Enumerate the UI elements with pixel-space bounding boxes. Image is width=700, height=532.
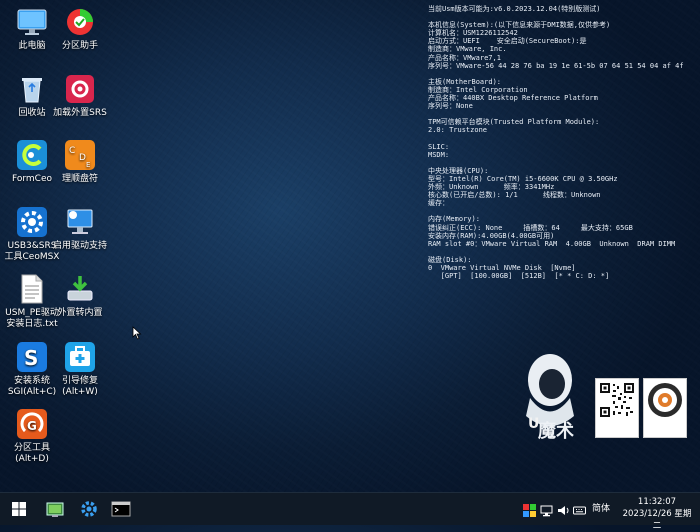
desktop-icon-partition-assistant[interactable]: 分区助手 — [48, 6, 112, 52]
install-system-icon: S — [16, 341, 48, 373]
external-to-internal-icon — [64, 273, 96, 305]
load-srs-icon — [64, 73, 96, 105]
monitor-icon — [16, 6, 48, 38]
text-file-icon — [16, 273, 48, 305]
taskbar-gear-tool-icon[interactable] — [78, 498, 100, 520]
system-info-line: 型号：Intel(R) Core(TM) i5-6600K CPU @ 3.50… — [428, 174, 618, 183]
qr-code-wechat — [595, 378, 639, 438]
system-info-line — [428, 159, 696, 167]
svg-text:魔术: 魔术 — [538, 420, 574, 442]
system-info-line: 内存(Memory): — [428, 215, 480, 224]
desktop-icon-label: 加载外置SRS — [53, 108, 107, 118]
tray-color-icon[interactable] — [523, 502, 536, 517]
system-info-line: 磁盘(Disk): — [428, 255, 472, 264]
system-info-line: 产品名称：440BX Desktop Reference Platform — [428, 94, 598, 103]
ime-indicator[interactable]: 简体 — [592, 501, 610, 514]
taskbar-terminal-icon[interactable] — [110, 498, 132, 520]
desktop-icon-label: 外置转内置 — [57, 308, 103, 318]
formceo-icon — [16, 139, 48, 171]
desktop-icon-partition-tool[interactable]: G 分区工具 (Alt+D) — [0, 408, 64, 465]
system-info-line: 核心数(已开启/总数): 1/1 线程数：Unknown — [428, 191, 601, 200]
desktop-icon-driver-support[interactable]: 启用驱动支持 — [48, 206, 112, 252]
desktop-icon-label: 理顺盘符 — [61, 174, 98, 184]
system-info-line: MSDM: — [428, 150, 450, 159]
desktop-icon-boot-repair[interactable]: 引导修复 (Alt+W) — [48, 341, 112, 398]
system-info-line: 0 VMware Virtual NVMe Disk [Nvme] — [428, 264, 576, 272]
driver-support-icon — [64, 206, 96, 238]
system-info-line: TPM可信赖平台模块(Trusted Platform Module): — [428, 118, 600, 127]
system-info-line — [428, 70, 696, 78]
desktop-icon-drive-letters[interactable]: CDE 理顺盘符 — [48, 139, 112, 185]
partition-tool-icon: G — [16, 408, 48, 440]
desktop-icon-label: 分区工具 (Alt+D) — [13, 443, 50, 464]
svg-text:E: E — [86, 161, 90, 169]
system-info-line: 产品名称：VMware7,1 — [428, 53, 501, 62]
clock-date: 2023/12/26 星期二 — [622, 509, 692, 531]
desktop-icon-label: 启用驱动支持 — [52, 241, 107, 251]
svg-text:D: D — [79, 153, 86, 163]
system-info-line: 主板(MotherBoard): — [428, 77, 502, 86]
system-info-line — [428, 248, 696, 256]
qr-code-mini-program — [643, 378, 687, 438]
system-info-line: 当前Usm版本可能为:v6.0.2023.12.04(特别版测试) — [428, 5, 601, 13]
system-info-panel: 当前Usm版本可能为:v6.0.2023.12.04(特别版测试) 本机信息(Sy… — [428, 5, 696, 280]
taskbar-explorer-icon[interactable] — [44, 498, 66, 520]
tray-speaker-icon[interactable] — [557, 502, 570, 515]
tray-network-icon[interactable] — [540, 502, 553, 517]
desktop-icon-external-to-internal[interactable]: 外置转内置 — [48, 273, 112, 319]
recycle-bin-icon — [16, 73, 48, 105]
start-button[interactable] — [8, 498, 30, 520]
system-info-line — [428, 13, 696, 21]
partition-assistant-icon — [64, 6, 96, 38]
clock-time: 11:32:07 — [637, 497, 677, 507]
svg-text:G: G — [27, 419, 37, 433]
system-info-line: 中央处理器(CPU): — [428, 166, 489, 175]
system-info-line: SLIC: — [428, 142, 450, 151]
system-info-line: [GPT] [100.00GB] [512B] [* * C: D: *] — [428, 272, 610, 281]
mouse-cursor — [132, 325, 142, 344]
taskbar-clock[interactable]: 11:32:07 2023/12/26 星期二 — [620, 496, 694, 532]
system-info-line: 序列号：None — [428, 102, 473, 111]
desktop-icon-load-srs[interactable]: 加载外置SRS — [48, 73, 112, 119]
system-info-line: 制造商：VMware, Inc. — [428, 45, 507, 54]
desktop-icon-label: 引导修复 (Alt+W) — [61, 376, 98, 397]
taskbar: 简体 11:32:07 2023/12/26 星期二 — [0, 492, 700, 531]
system-info-line — [428, 135, 696, 143]
drive-letters-icon: CDE — [64, 139, 96, 171]
tray-keyboard-icon[interactable] — [573, 502, 586, 515]
system-info-line: 2.0: Trustzone — [428, 126, 488, 135]
svg-text:S: S — [24, 346, 38, 370]
svg-text:C: C — [69, 146, 75, 156]
system-info-line: RAM slot #0：VMware Virtual RAM 4.00GB Un… — [428, 239, 676, 248]
system-info-line: 安装内存(RAM):4.00GB(4.00GB可用) — [428, 231, 555, 240]
system-info-line: 缓存： — [428, 199, 449, 208]
usm-logo: U 魔术 — [500, 340, 600, 445]
usb-srs-gear-icon — [16, 206, 48, 238]
system-info-line: 序列号：VMware-56 44 28 76 ba 19 1e 61-5b 07… — [428, 61, 684, 70]
boot-repair-icon — [64, 341, 96, 373]
desktop-icon-label: 分区助手 — [61, 41, 98, 51]
system-info-line: 外频：Unknown 频率：3341MHz — [428, 183, 555, 192]
system-info-line: 制造商：Intel Corporation — [428, 85, 528, 94]
system-info-line: 错误纠正(ECC): None 插槽数：64 最大支持：65GB — [428, 223, 633, 232]
